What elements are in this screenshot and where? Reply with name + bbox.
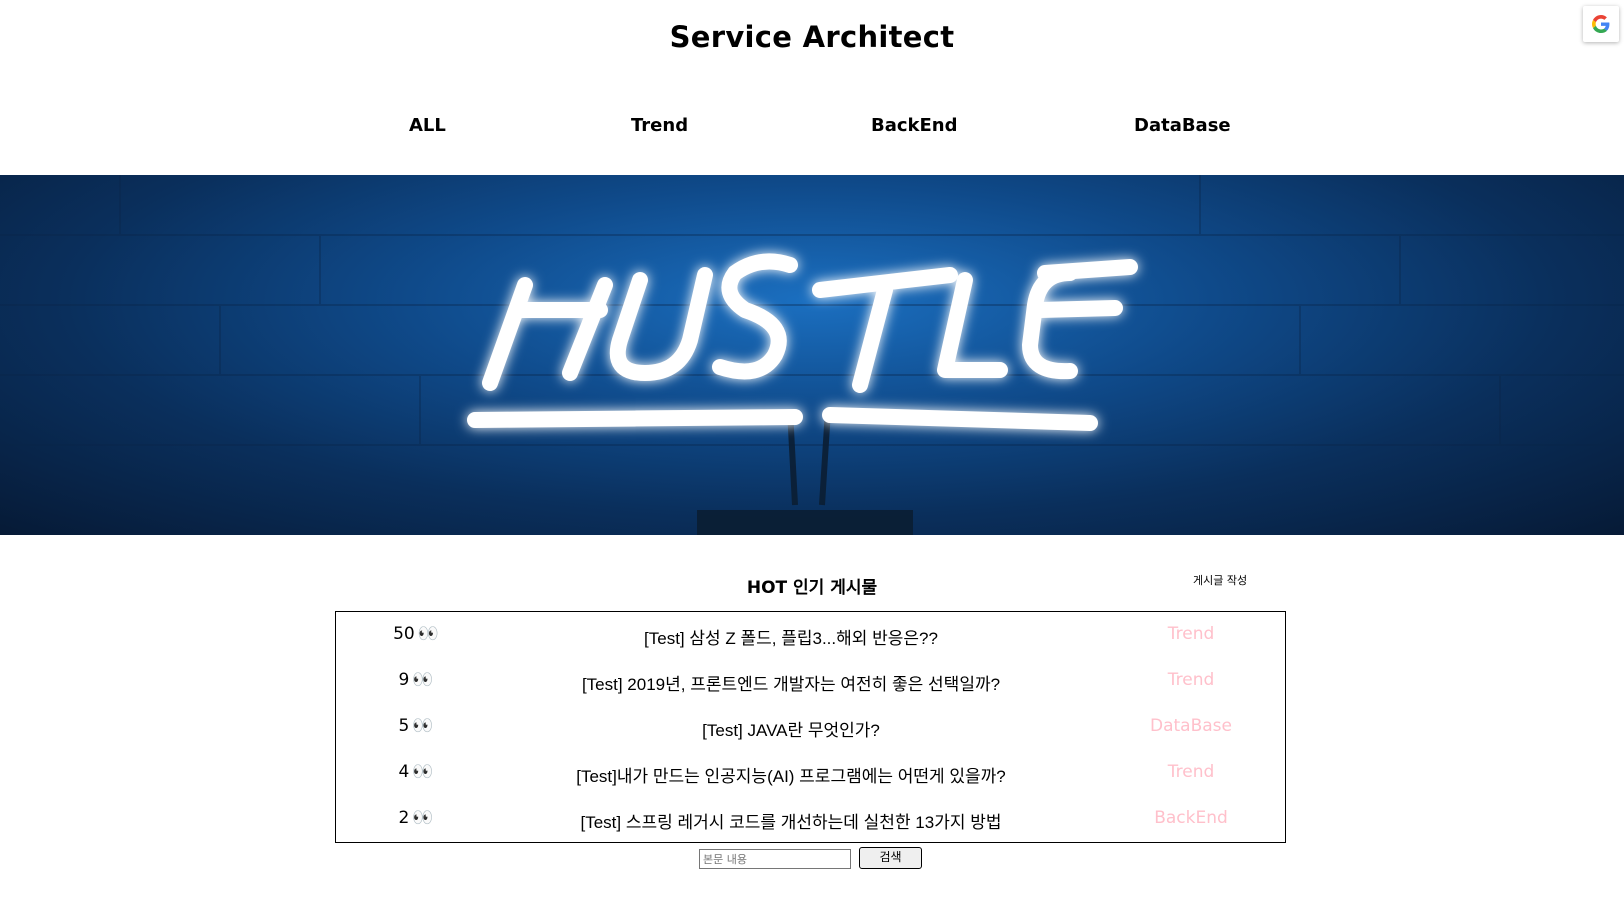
view-count-number: 50 — [393, 624, 415, 644]
post-title[interactable]: [Test] JAVA란 무엇인가? — [476, 716, 1106, 741]
hero-banner — [0, 175, 1624, 535]
nav-trend[interactable]: Trend — [631, 115, 688, 136]
post-title[interactable]: [Test] 2019년, 프론트엔드 개발자는 여전히 좋은 선택일까? — [476, 670, 1106, 695]
post-row[interactable]: 5 👀 [Test] JAVA란 무엇인가? DataBase — [336, 708, 1285, 748]
post-row[interactable]: 50 👀 [Test] 삼성 Z 폴드, 플립3...해외 반응은?? Trend — [336, 616, 1285, 656]
google-g-icon — [1592, 15, 1610, 33]
nav-backend[interactable]: BackEnd — [871, 115, 958, 136]
view-count: 2 👀 — [376, 808, 456, 828]
site-title: Service Architect — [669, 20, 955, 54]
view-count-number: 5 — [398, 716, 410, 736]
post-title[interactable]: [Test]내가 만드는 인공지능(AI) 프로그램에는 어떤게 있을까? — [476, 762, 1106, 787]
view-count: 4 👀 — [376, 762, 456, 782]
search-input[interactable] — [699, 849, 851, 869]
view-count: 9 👀 — [376, 670, 456, 690]
google-translate-button[interactable] — [1583, 6, 1619, 42]
post-category[interactable]: BackEnd — [1126, 808, 1256, 828]
hot-posts-table: 50 👀 [Test] 삼성 Z 폴드, 플립3...해외 반응은?? Trend… — [335, 611, 1286, 843]
post-category[interactable]: Trend — [1126, 762, 1256, 782]
nav-all[interactable]: ALL — [409, 115, 446, 136]
post-row[interactable]: 4 👀 [Test]내가 만드는 인공지능(AI) 프로그램에는 어떤게 있을까?… — [336, 754, 1285, 794]
write-post-link[interactable]: 게시글 작성 — [1193, 572, 1247, 588]
post-title[interactable]: [Test] 스프링 레거시 코드를 개선하는데 실천한 13가지 방법 — [476, 808, 1106, 833]
search-button[interactable]: 검색 — [859, 847, 922, 869]
view-count-number: 2 — [398, 808, 410, 828]
post-row[interactable]: 2 👀 [Test] 스프링 레거시 코드를 개선하는데 실천한 13가지 방법 … — [336, 800, 1285, 840]
view-count-number: 9 — [398, 670, 410, 690]
post-title[interactable]: [Test] 삼성 Z 폴드, 플립3...해외 반응은?? — [476, 624, 1106, 649]
eyes-icon: 👀 — [412, 670, 434, 690]
nav-database[interactable]: DataBase — [1134, 115, 1231, 136]
post-category[interactable]: Trend — [1126, 624, 1256, 644]
post-category[interactable]: DataBase — [1126, 716, 1256, 736]
view-count: 5 👀 — [376, 716, 456, 736]
hustle-neon-image — [0, 175, 1624, 535]
eyes-icon: 👀 — [412, 762, 434, 782]
eyes-icon: 👀 — [417, 624, 439, 644]
hot-posts-title: HOT 인기 게시물 — [746, 578, 878, 598]
view-count-number: 4 — [398, 762, 410, 782]
view-count: 50 👀 — [376, 624, 456, 644]
post-row[interactable]: 9 👀 [Test] 2019년, 프론트엔드 개발자는 여전히 좋은 선택일까?… — [336, 662, 1285, 702]
eyes-icon: 👀 — [412, 716, 434, 736]
eyes-icon: 👀 — [412, 808, 434, 828]
post-category[interactable]: Trend — [1126, 670, 1256, 690]
